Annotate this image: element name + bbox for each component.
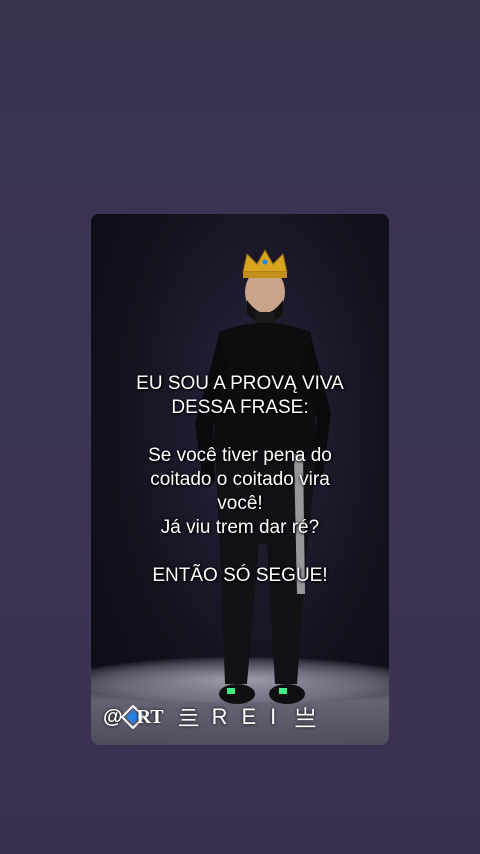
- symbol-left: 亖: [177, 706, 200, 731]
- logo-text: RT: [136, 705, 164, 728]
- caption-line: ENTÃO SÓ SEGUE!: [152, 565, 328, 586]
- video-card[interactable]: EU SOU A PROVĄ VIVA DESSA FRASE: Se você…: [91, 214, 389, 745]
- caption-text: EU SOU A PROVĄ VIVA DESSA FRASE: Se você…: [91, 372, 389, 588]
- caption-line: Já viu trem dar ré?: [160, 517, 320, 538]
- creator-name: REI: [211, 704, 291, 729]
- caption-line: EU SOU A PROVĄ VIVA: [136, 373, 344, 394]
- crown-icon: [242, 248, 288, 278]
- caption-line: DESSA FRASE:: [171, 397, 309, 418]
- caption-line: coitado o coitado vira: [150, 469, 330, 490]
- caption-line: [91, 420, 389, 444]
- symbol-right: 亗: [294, 706, 317, 731]
- caption-line: [91, 540, 389, 564]
- watermark-footer: @ RT 亖 REI 亗: [103, 702, 385, 732]
- caption-line: você!: [217, 493, 263, 514]
- caption-line: Se você tiver pena do: [148, 445, 332, 466]
